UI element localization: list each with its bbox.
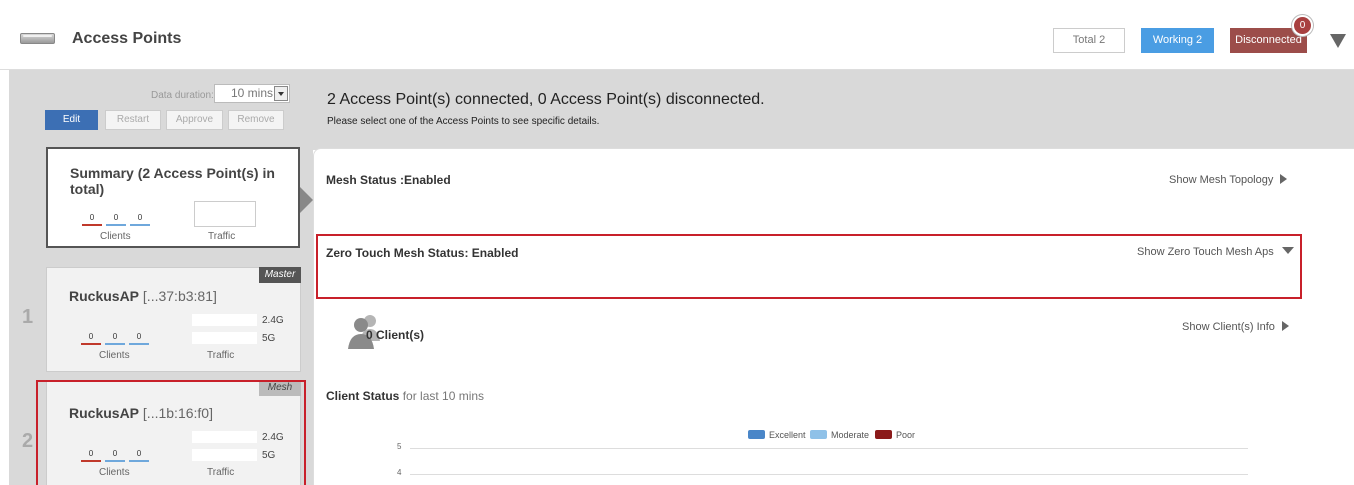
clients-label: Clients (99, 350, 130, 361)
data-duration-select[interactable]: 10 mins (214, 84, 290, 103)
gridline (410, 474, 1248, 475)
show-clients-info-label: Show Client(s) Info (1182, 321, 1275, 333)
zero-touch-highlight-box (316, 234, 1302, 299)
stat-underline (130, 224, 150, 226)
chevron-down-icon (1281, 247, 1294, 254)
traffic-label: Traffic (208, 231, 236, 242)
mesh-status: Mesh Status :Enabled (326, 173, 451, 187)
summary-stat-excellent: 0 (137, 213, 143, 222)
show-clients-info-link[interactable]: Show Client(s) Info (1182, 321, 1289, 333)
selection-pointer-icon (300, 187, 313, 213)
ap-stat-moderate: 0 (112, 332, 118, 341)
summary-card[interactable]: Summary (2 Access Point(s) in total) 0 0… (46, 147, 300, 248)
ap-row-number: 1 (22, 306, 34, 328)
stat-underline (82, 224, 102, 226)
page-title: Access Points (72, 30, 182, 47)
ap-mac: [...37:b3:81] (139, 288, 217, 304)
access-points-page: Access Points Total 2 Working 2 Disconne… (0, 0, 1354, 485)
ap-title: RuckusAP [...37:b3:81] (69, 288, 217, 304)
remove-button[interactable]: Remove (228, 110, 284, 130)
approve-button[interactable]: Approve (166, 110, 223, 130)
legend-label: Excellent (769, 430, 806, 440)
show-zero-touch-label: Show Zero Touch Mesh Aps (1137, 246, 1274, 258)
legend-item-moderate[interactable]: Moderate (810, 430, 869, 440)
clients-label: Clients (100, 231, 131, 242)
disconnected-count-badge: 0 (1292, 15, 1313, 36)
access-point-icon (20, 33, 55, 44)
clients-count: 0 Client(s) (366, 328, 425, 342)
stat-underline (81, 343, 101, 345)
summary-stat-moderate: 0 (113, 213, 119, 222)
legend-label: Poor (896, 430, 916, 440)
band-label: 2.4G (262, 315, 284, 326)
y-tick-label: 5 (397, 442, 402, 451)
y-tick-label: 4 (397, 468, 402, 477)
band-traffic-bar (192, 332, 257, 344)
stat-underline (105, 343, 125, 345)
connection-summary: 2 Access Point(s) connected, 0 Access Po… (327, 91, 765, 108)
stat-underline (129, 343, 149, 345)
gridline (410, 448, 1248, 449)
ap-card[interactable]: Master RuckusAP [...37:b3:81] 2.4G 0 0 0… (46, 267, 301, 372)
legend-label: Moderate (831, 430, 870, 440)
data-duration-value: 10 mins (231, 86, 274, 100)
zero-touch-status: Zero Touch Mesh Status: Enabled (326, 246, 519, 260)
restart-button[interactable]: Restart (105, 110, 161, 130)
client-status-heading: Client Status (326, 389, 400, 403)
show-mesh-topology-label: Show Mesh Topology (1169, 174, 1274, 186)
select-hint: Please select one of the Access Points t… (327, 116, 600, 127)
traffic-label: Traffic (207, 350, 235, 361)
legend-item-poor[interactable]: Poor (875, 430, 915, 440)
legend-swatch (875, 430, 892, 439)
show-mesh-topology-link[interactable]: Show Mesh Topology (1169, 174, 1288, 186)
legend-item-excellent[interactable]: Excellent (748, 430, 806, 440)
legend-swatch (748, 430, 765, 439)
ap-stat-excellent: 0 (136, 332, 142, 341)
total-filter-button[interactable]: Total 2 (1053, 28, 1125, 53)
chevron-right-icon (1281, 321, 1289, 331)
summary-title: Summary (2 Access Point(s) in total) (70, 165, 275, 197)
stat-underline (106, 224, 126, 226)
band-label: 5G (262, 333, 276, 344)
client-status-title: Client Status for last 10 mins (326, 389, 484, 403)
working-filter-button[interactable]: Working 2 (1141, 28, 1214, 53)
ap-row-number: 2 (22, 430, 34, 452)
client-status-period: for last 10 mins (402, 389, 485, 403)
data-duration-label: Data duration: (151, 90, 214, 101)
ap-highlight-box (36, 380, 306, 485)
legend-swatch (810, 430, 827, 439)
summary-stat-poor: 0 (89, 213, 95, 222)
chevron-right-icon (1280, 174, 1288, 184)
edit-button[interactable]: Edit (45, 110, 98, 130)
main-top-bar (313, 70, 1354, 150)
ap-stat-poor: 0 (88, 332, 94, 341)
band-traffic-bar (192, 314, 257, 326)
dropdown-arrow-icon[interactable] (274, 86, 288, 101)
collapse-triangle-icon[interactable] (1330, 34, 1346, 48)
ap-role-tag: Master (259, 267, 301, 283)
traffic-graph (194, 201, 256, 227)
page-header: Access Points Total 2 Working 2 Disconne… (0, 0, 1354, 70)
show-zero-touch-link[interactable]: Show Zero Touch Mesh Aps (1137, 246, 1294, 258)
ap-name: RuckusAP (69, 288, 140, 304)
